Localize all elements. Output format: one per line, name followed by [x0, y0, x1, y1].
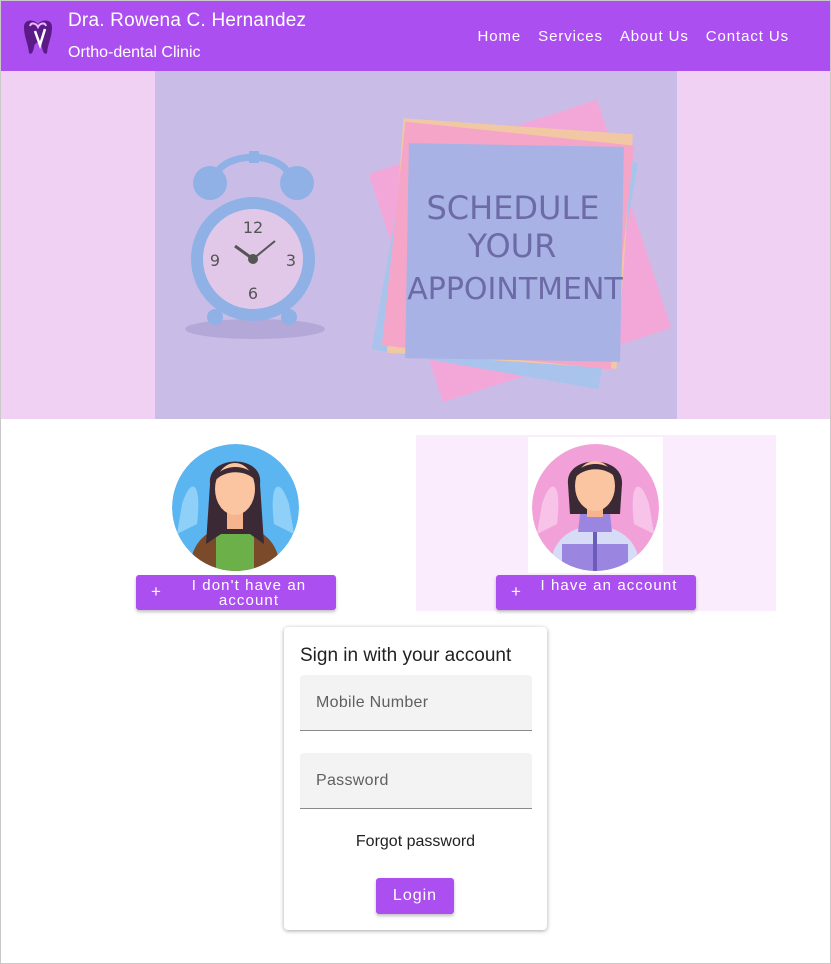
nav-about-us[interactable]: About Us: [620, 28, 689, 45]
nav-contact-us[interactable]: Contact Us: [706, 28, 789, 45]
have-account-label: I have an account: [540, 577, 678, 594]
nav-services[interactable]: Services: [538, 28, 603, 45]
signin-card: Sign in with your account Forgot passwor…: [284, 627, 547, 930]
tooth-logo-icon[interactable]: [18, 17, 58, 57]
new-user-avatar: [172, 444, 299, 571]
mobile-number-field-container: [300, 675, 532, 731]
existing-user-avatar: [532, 444, 659, 571]
mobile-number-input[interactable]: [300, 675, 532, 730]
no-account-button[interactable]: + I don't have an account: [136, 575, 336, 610]
hero-banner: SCHEDULE YOUR APPOINTMENT 12 3 6 9: [1, 71, 830, 419]
clinic-subtitle: Ortho-dental Clinic: [68, 44, 201, 61]
signin-title: Sign in with your account: [300, 645, 512, 666]
nav-home[interactable]: Home: [478, 28, 522, 45]
no-account-label: I don't have an account: [191, 577, 307, 609]
plus-icon: +: [511, 582, 523, 601]
password-field-container: [300, 753, 532, 809]
svg-text:YOUR: YOUR: [467, 227, 557, 265]
svg-text:12: 12: [243, 218, 263, 237]
login-button[interactable]: Login: [376, 878, 454, 914]
svg-text:APPOINTMENT: APPOINTMENT: [407, 272, 623, 307]
svg-text:9: 9: [210, 251, 220, 270]
forgot-password-link[interactable]: Forgot password: [284, 833, 547, 851]
plus-icon: +: [151, 582, 163, 601]
svg-text:SCHEDULE: SCHEDULE: [426, 189, 599, 227]
main-nav: Home Services About Us Contact Us: [461, 28, 789, 45]
password-input[interactable]: [300, 753, 532, 808]
svg-text:3: 3: [286, 251, 296, 270]
have-account-button[interactable]: + I have an account: [496, 575, 696, 610]
svg-text:6: 6: [248, 284, 258, 303]
app-header: Dra. Rowena C. Hernandez Ortho-dental Cl…: [1, 1, 830, 71]
schedule-appointment-image: SCHEDULE YOUR APPOINTMENT 12 3 6 9: [155, 71, 677, 419]
clinic-name: Dra. Rowena C. Hernandez: [68, 10, 307, 31]
